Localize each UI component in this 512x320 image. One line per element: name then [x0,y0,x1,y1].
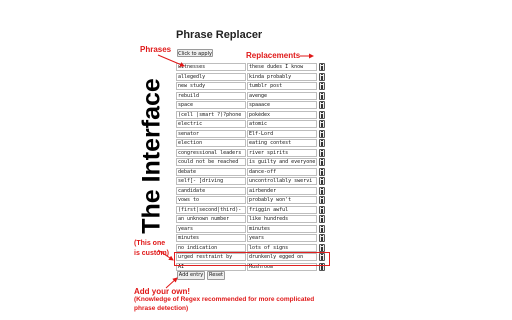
add-your-own-arrow [165,277,178,289]
annotation-arrows [157,53,314,289]
phrases-arrow [157,54,185,67]
custom-arrow [157,249,174,261]
